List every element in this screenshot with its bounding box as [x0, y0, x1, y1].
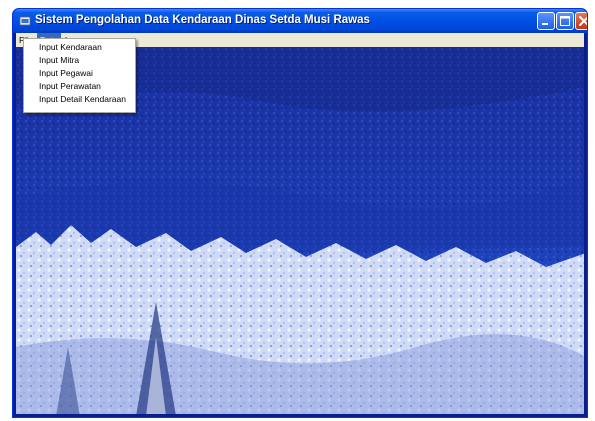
minimize-icon [542, 23, 548, 25]
close-button[interactable] [575, 12, 587, 30]
app-icon [19, 16, 31, 26]
menu-item-input-mitra[interactable]: Input Mitra [24, 54, 135, 67]
window-title: Sistem Pengolahan Data Kendaraan Dinas S… [35, 14, 370, 26]
minimize-button[interactable] [537, 12, 555, 30]
menu-item-input-detail-kendaraan[interactable]: Input Detail Kendaraan [24, 93, 135, 106]
menu-item-input-pegawai[interactable]: Input Pegawai [24, 67, 135, 80]
title-bar[interactable]: Sistem Pengolahan Data Kendaraan Dinas S… [13, 9, 587, 33]
close-icon [579, 16, 587, 26]
maximize-icon [560, 16, 570, 26]
menu-item-input-kendaraan[interactable]: Input Kendaraan [24, 41, 135, 54]
data-dropdown-menu: Input Kendaraan Input Mitra Input Pegawa… [23, 38, 136, 113]
menu-item-input-perawatan[interactable]: Input Perawatan [24, 80, 135, 93]
maximize-button[interactable] [556, 12, 574, 30]
